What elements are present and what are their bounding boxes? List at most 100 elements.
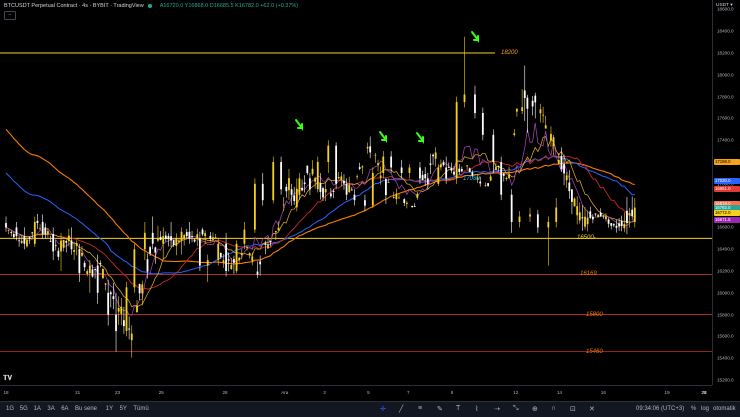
candle-body — [269, 240, 272, 243]
price-badge: 17030.0 — [714, 177, 740, 184]
candle-body — [424, 174, 427, 179]
text-icon[interactable]: T — [456, 405, 460, 412]
candle-body — [5, 223, 7, 228]
candle-body — [20, 240, 23, 243]
candle-body — [573, 198, 576, 207]
candle-body — [398, 197, 400, 199]
collapse-legend-button[interactable]: − — [4, 11, 16, 20]
candle-body — [170, 236, 172, 241]
candle-body — [544, 125, 547, 129]
candle-body — [149, 247, 151, 254]
candle-body — [392, 196, 395, 198]
time-tick: 21 — [75, 390, 81, 395]
candle-body — [157, 238, 159, 241]
candle-body — [468, 168, 471, 173]
candle-body — [230, 265, 233, 270]
candle-body — [151, 232, 154, 244]
candle-body — [206, 260, 209, 266]
candle-body — [612, 224, 615, 226]
log-toggle[interactable]: log — [701, 406, 709, 412]
timeframe-button[interactable]: 5Y — [120, 406, 127, 412]
pattern-icon[interactable]: ⌇ — [475, 405, 478, 413]
level-label: 15800 — [586, 311, 603, 318]
candle-body — [120, 306, 123, 314]
crosshair-icon[interactable]: ✛ — [380, 405, 386, 413]
candle-body — [550, 133, 552, 141]
trash-icon[interactable]: ✕ — [589, 405, 595, 413]
candle-body — [83, 262, 86, 268]
timeframe-button[interactable]: 1G — [6, 406, 14, 412]
candle-body — [571, 189, 573, 202]
candle-body — [626, 210, 628, 224]
symbol-title[interactable]: BTCUSDT Perpetual Contract · 4s · BYBIT … — [4, 3, 144, 9]
candle-body — [81, 252, 83, 256]
candle-body — [353, 194, 356, 201]
candle-body — [115, 314, 117, 331]
candle-body — [416, 193, 419, 198]
bottom-toolbar: 1G 5G 1A 3A 6A Bu sene 1Y 5Y Tümü ✛ ╱ ≡ ✎ T ⌇ ⇢ ⤡ ⊕ ∩ ⊡ ✕ 0… — [0, 401, 740, 417]
candle-body — [377, 163, 379, 166]
candle-body — [49, 240, 52, 242]
candle-body — [350, 189, 353, 191]
candle-body — [615, 225, 618, 228]
prediction-icon[interactable]: ⇢ — [494, 405, 500, 413]
candle-body — [508, 174, 510, 179]
candle-body — [183, 235, 186, 239]
price-tick: 17400.0 — [717, 137, 734, 143]
clock-display[interactable]: 09:34:06 (UTC+3) — [636, 406, 684, 412]
timeframe-button[interactable]: Bu sene — [75, 406, 97, 412]
candle-body — [322, 188, 324, 198]
timeframe-button[interactable]: Tümü — [133, 406, 148, 412]
candle-body — [162, 236, 165, 244]
candle-body — [235, 243, 238, 272]
candle-body — [481, 112, 484, 135]
trend-line-icon[interactable]: ╱ — [399, 405, 403, 413]
candle-body — [429, 163, 432, 165]
timeframe-button[interactable]: 6A — [61, 406, 68, 412]
timeframe-button[interactable]: 3A — [47, 406, 54, 412]
ohlc-readout: A16720.0 Y16868.0 D16685.5 K16782.0 +62.… — [159, 3, 299, 9]
price-badge: 16772.0 — [714, 209, 740, 216]
percent-toggle[interactable]: % — [691, 406, 696, 412]
candle-body — [123, 320, 125, 327]
brush-icon[interactable]: ✎ — [437, 405, 443, 413]
lock-icon[interactable]: ⊡ — [570, 405, 576, 413]
candle-body — [521, 107, 524, 111]
tradingview-logo-icon[interactable]: 𝐓𝐕 — [3, 375, 12, 383]
candle-body — [586, 217, 589, 225]
time-axis[interactable]: 18 21 23 25 28 Ara 3 5 7 9 12 14 16 19 21 23 26 28 — [0, 385, 712, 401]
time-tick: 25 — [158, 390, 164, 395]
candle-body — [463, 94, 466, 103]
candle-body — [185, 232, 188, 237]
timeframe-button[interactable]: 5G — [20, 406, 28, 412]
candle-body — [141, 284, 144, 294]
timeframe-button[interactable]: 1A — [34, 406, 41, 412]
candle-body — [434, 152, 437, 159]
measure-icon[interactable]: ⤡ — [513, 405, 519, 413]
price-axis[interactable]: USDT ▾ 18600.0 18400.0 18200.0 18000.0 17800… — [712, 0, 740, 385]
candle-body — [633, 207, 636, 222]
price-tick: 18600.0 — [717, 6, 734, 12]
candle-body — [178, 241, 180, 242]
candle-body — [107, 292, 110, 315]
time-tick: 28 — [701, 390, 707, 395]
candle-body — [248, 253, 251, 256]
price-badge: 16671.5 — [714, 216, 740, 223]
chart-plot-area[interactable]: BTCUSDT Perpetual Contract · 4s · BYBIT … — [0, 0, 712, 385]
candle-body — [219, 252, 222, 257]
fib-icon[interactable]: ≡ — [418, 405, 422, 412]
candle-body — [54, 245, 57, 247]
time-tick: 14 — [556, 390, 563, 395]
candle-body — [201, 229, 204, 235]
candle-body — [7, 229, 10, 231]
price-tick: 17600.0 — [717, 115, 734, 121]
zoom-icon[interactable]: ⊕ — [532, 405, 538, 413]
candle-body — [70, 240, 73, 250]
candle-body — [233, 259, 235, 263]
auto-scale-toggle[interactable]: otomatik — [713, 406, 736, 412]
candlestick-chart[interactable] — [0, 0, 712, 385]
time-tick: 12 — [513, 390, 519, 395]
candle-body — [309, 178, 311, 190]
magnet-icon[interactable]: ∩ — [551, 405, 556, 412]
timeframe-button[interactable]: 1Y — [106, 406, 113, 412]
